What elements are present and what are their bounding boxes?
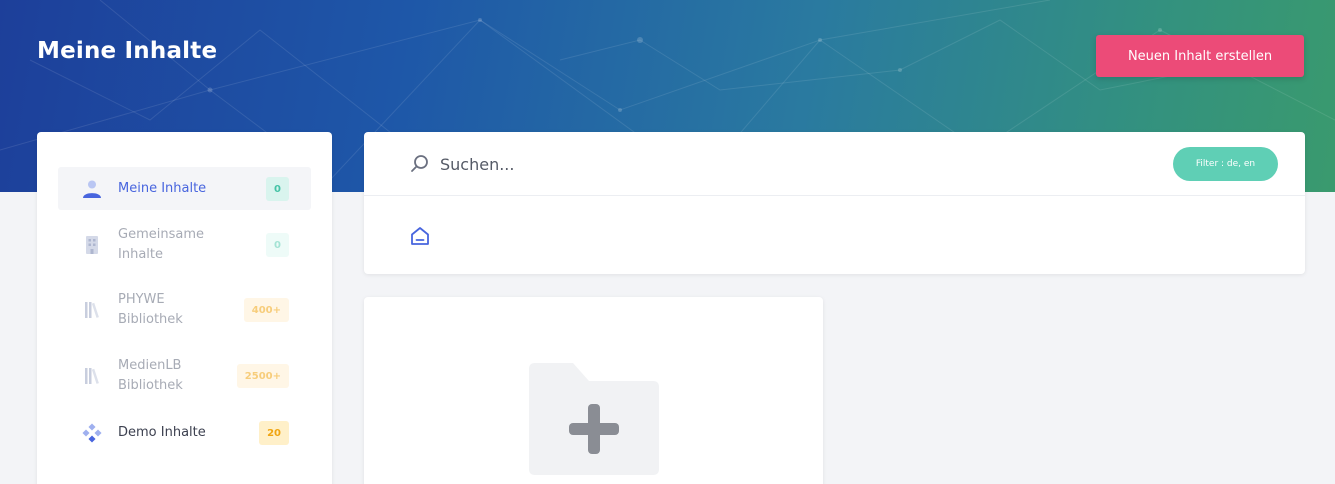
sidebar-item-label: Demo Inhalte (118, 425, 206, 440)
add-content-card[interactable] (364, 297, 823, 484)
sidebar-item-label-line1: Gemeinsame (118, 227, 204, 242)
diamond-dots-icon (82, 423, 102, 443)
sidebar-item-demo-inhalte[interactable]: Demo Inhalte 20 (58, 418, 311, 448)
count-badge: 0 (266, 177, 289, 201)
sidebar-item-label-line1: MedienLB (118, 358, 182, 373)
user-icon (82, 179, 102, 199)
count-badge: 0 (266, 233, 289, 257)
count-badge: 2500+ (236, 364, 289, 388)
search-icon (409, 153, 431, 175)
sidebar-item-gemeinsame-inhalte[interactable]: Gemeinsame Inhalte 0 (58, 222, 311, 268)
language-filter-button[interactable]: Filter : de, en (1173, 147, 1278, 181)
home-icon[interactable] (410, 226, 430, 246)
sidebar-item-phywe-bibliothek[interactable]: PHYWE Bibliothek 400+ (58, 287, 311, 333)
sidebar-item-label-line2: Inhalte (118, 247, 163, 262)
count-badge: 400+ (243, 298, 289, 322)
page-title: Meine Inhalte (37, 38, 218, 64)
new-content-button[interactable]: Neuen Inhalt erstellen (1096, 35, 1304, 77)
count-badge: 20 (259, 421, 289, 445)
sidebar-item-label-line2: Bibliothek (118, 312, 183, 327)
library-icon (82, 300, 102, 320)
sidebar-item-medienlb-bibliothek[interactable]: MedienLB Bibliothek 2500+ (58, 353, 311, 399)
sidebar-item-meine-inhalte[interactable]: Meine Inhalte 0 (58, 167, 311, 210)
sidebar: Meine Inhalte 0 Gemeinsame Inhalte 0 PHY… (37, 132, 332, 484)
folder-add-icon (529, 363, 659, 475)
library-icon (82, 366, 102, 386)
search-input[interactable] (440, 148, 1040, 180)
search-panel: Filter : de, en (364, 132, 1305, 274)
sidebar-item-label-line2: Bibliothek (118, 378, 183, 393)
building-icon (82, 235, 102, 255)
sidebar-item-label-line1: PHYWE (118, 292, 165, 307)
search-bar: Filter : de, en (364, 132, 1305, 196)
sidebar-item-label: Meine Inhalte (118, 181, 207, 196)
